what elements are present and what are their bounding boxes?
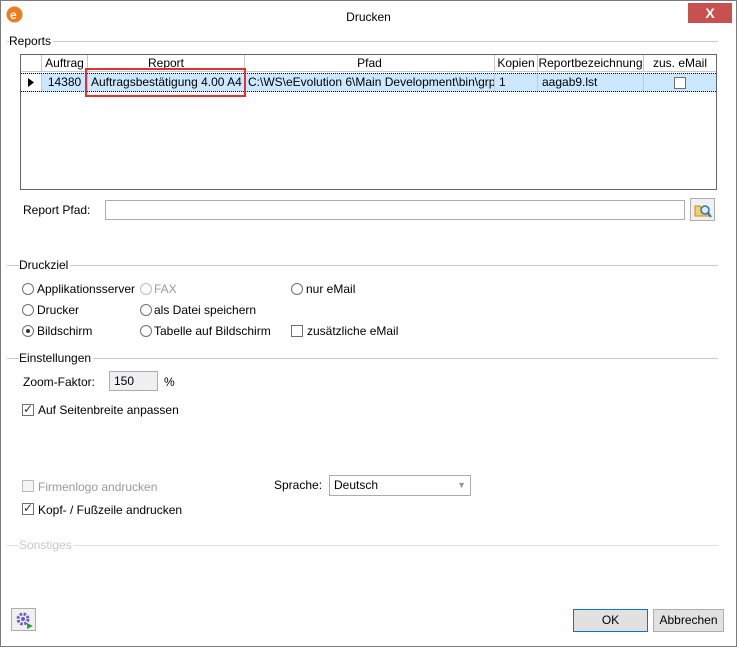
label-zusaetzliche-email[interactable]: zusätzliche eMail [307, 324, 398, 338]
print-dialog: e Drucken X Reports Auftrag Report Pfad … [0, 0, 737, 647]
column-header-pfad[interactable]: Pfad [245, 55, 495, 72]
cell-pfad[interactable]: C:\WS\eEvolution 6\Main Development\bin\… [245, 74, 495, 91]
label-bildschirm[interactable]: Bildschirm [37, 324, 92, 338]
label-firmenlogo[interactable]: Firmenlogo andrucken [38, 480, 157, 494]
window-title: Drucken [346, 10, 391, 24]
label-tabelle[interactable]: Tabelle auf Bildschirm [154, 324, 271, 338]
auf-seitenbreite-checkbox[interactable] [22, 402, 34, 416]
kopf-fusszeile-checkbox[interactable] [22, 501, 34, 515]
cell-zus-email[interactable] [644, 74, 716, 91]
folder-search-icon [694, 205, 712, 218]
title-bar: e Drucken X [1, 1, 736, 33]
reports-group-line [7, 41, 718, 42]
radio-bildschirm[interactable] [22, 325, 34, 337]
cell-kopien[interactable]: 1 [495, 74, 538, 91]
zus-email-checkbox[interactable] [674, 77, 686, 89]
zusaetzliche-email-checkbox[interactable] [291, 325, 303, 337]
sprache-select[interactable]: Deutsch ▼ [329, 475, 471, 496]
label-auf-seitenbreite[interactable]: Auf Seitenbreite anpassen [38, 403, 179, 417]
chevron-down-icon: ▼ [457, 480, 466, 490]
radio-tabelle[interactable] [140, 325, 152, 337]
radio-nur-email[interactable] [291, 283, 303, 295]
radio-fax[interactable] [140, 283, 152, 295]
zoom-label: Zoom-Faktor: [23, 375, 96, 389]
label-kopf-fusszeile[interactable]: Kopf- / Fußzeile andrucken [38, 503, 182, 517]
label-fax[interactable]: FAX [154, 282, 177, 296]
column-header-auftrag[interactable]: Auftrag [42, 55, 88, 72]
row-header-corner [21, 55, 42, 72]
settings-button[interactable] [11, 608, 36, 631]
label-nur-email[interactable]: nur eMail [306, 282, 355, 296]
druckziel-group-line [7, 265, 718, 266]
zoom-input[interactable] [109, 371, 158, 391]
column-header-kopien[interactable]: Kopien [495, 55, 538, 72]
ok-button[interactable]: OK [573, 609, 648, 632]
sonstiges-group-line [7, 545, 718, 546]
label-applikationsserver[interactable]: Applikationsserver [37, 282, 135, 296]
cell-reportbezeichnung[interactable]: aagab9.lst [538, 74, 644, 91]
radio-applikationsserver[interactable] [22, 283, 34, 295]
row-selector-cell[interactable] [21, 74, 42, 91]
radio-drucker[interactable] [22, 304, 34, 316]
close-button[interactable]: X [688, 3, 732, 23]
druckziel-group-title: Druckziel [19, 258, 71, 272]
zoom-unit: % [164, 375, 175, 389]
sonstiges-group-title: Sonstiges [19, 538, 74, 552]
label-als-datei[interactable]: als Datei speichern [154, 303, 256, 317]
sprache-label: Sprache: [274, 478, 323, 492]
sprache-value: Deutsch [334, 478, 379, 492]
report-pfad-input[interactable] [105, 200, 685, 220]
report-pfad-label: Report Pfad: [23, 203, 91, 217]
column-header-zus-email[interactable]: zus. eMail [644, 55, 716, 72]
highlight-box [85, 68, 246, 97]
label-drucker[interactable]: Drucker [37, 303, 79, 317]
gear-icon [16, 612, 33, 629]
cell-auftrag[interactable]: 14380 [42, 74, 88, 91]
column-header-reportbezeichnung[interactable]: Reportbezeichnung [538, 55, 644, 72]
einstellungen-group-title: Einstellungen [19, 351, 94, 365]
radio-als-datei[interactable] [140, 304, 152, 316]
firmenlogo-checkbox[interactable] [22, 480, 34, 492]
einstellungen-group-line [7, 358, 718, 359]
cancel-button[interactable]: Abbrechen [653, 609, 724, 632]
browse-button[interactable] [690, 198, 715, 221]
reports-group-title: Reports [9, 34, 54, 48]
